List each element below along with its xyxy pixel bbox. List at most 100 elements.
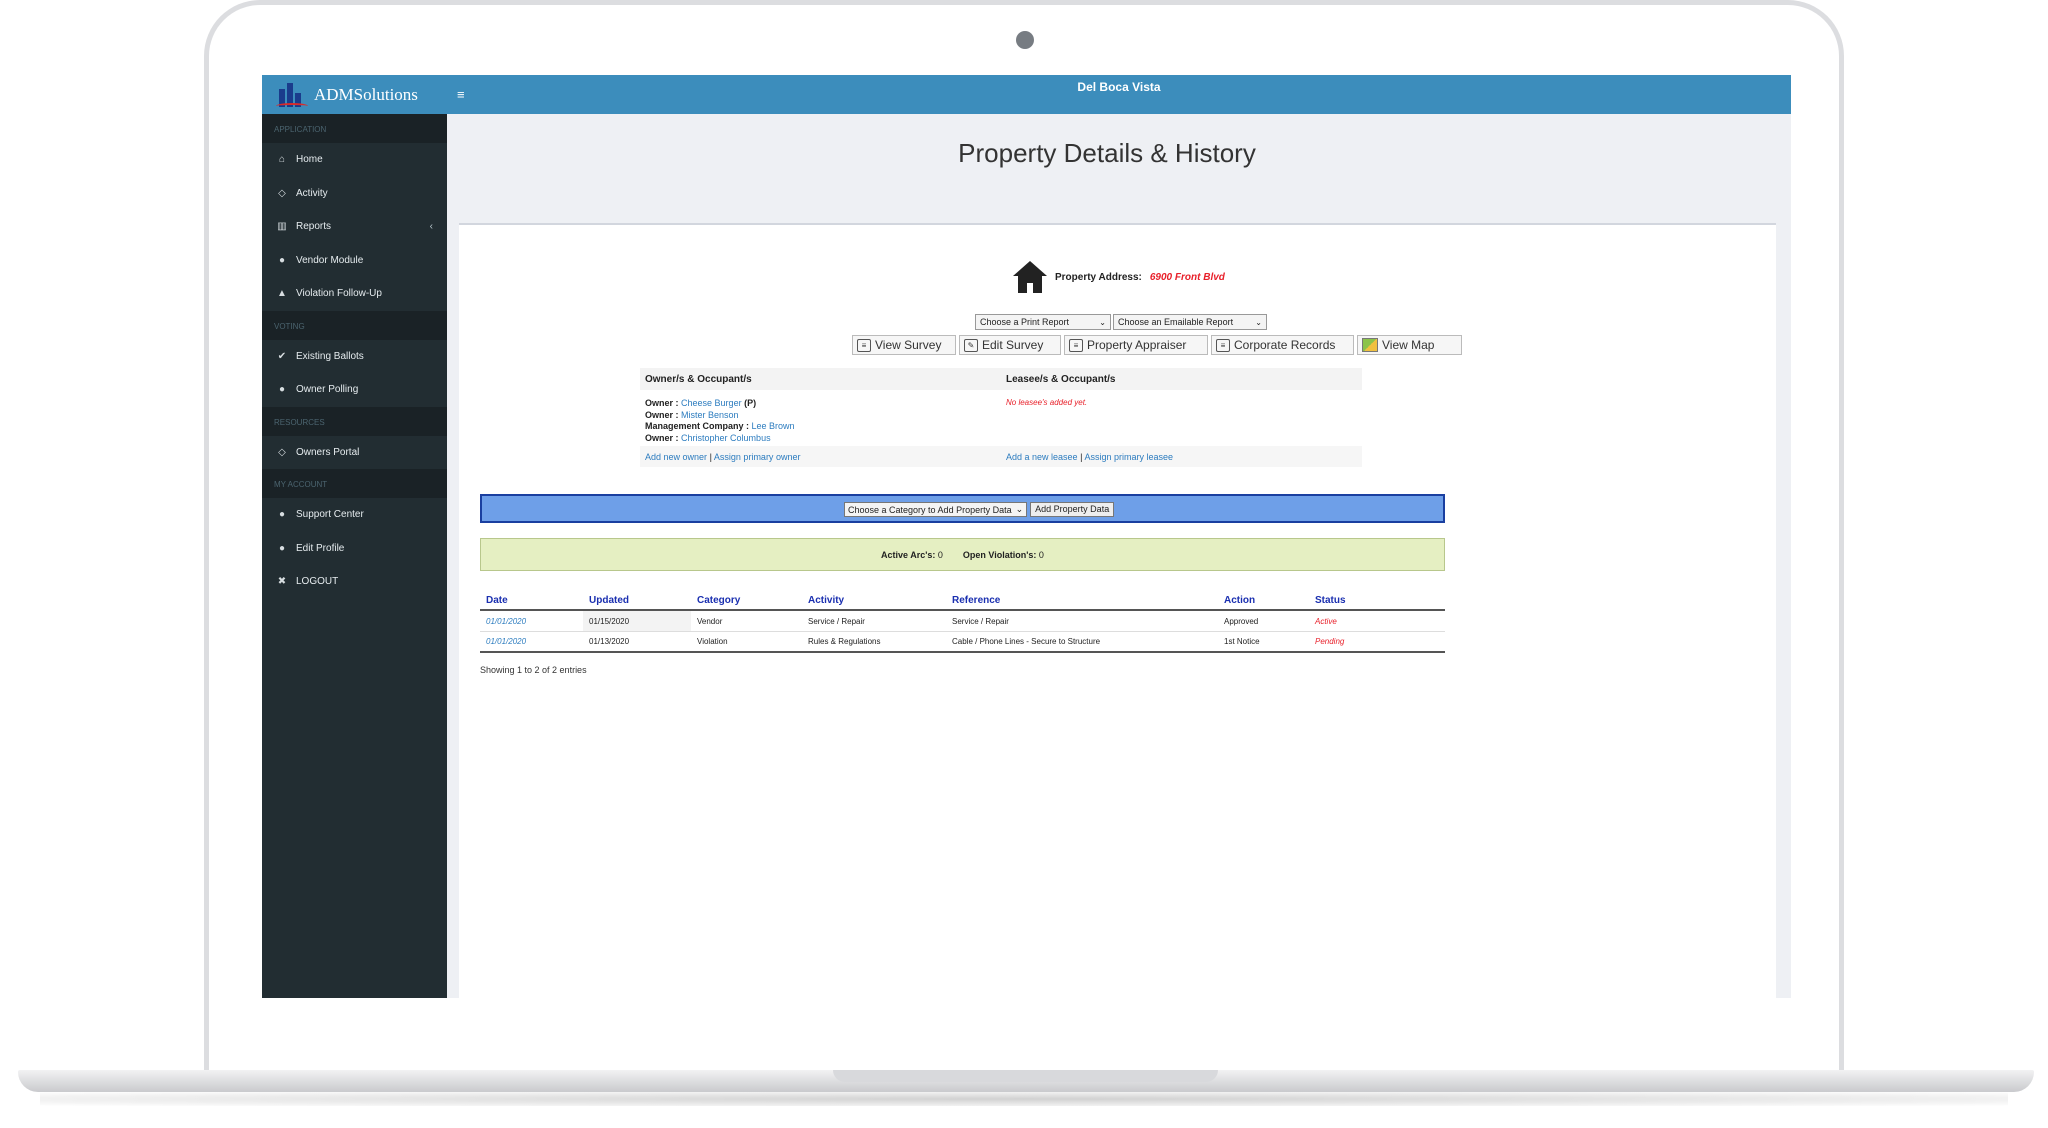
table-row: 01/01/2020 01/13/2020 Violation Rules & … [480,632,1445,653]
owner-role: Owner : [645,398,679,408]
sidebar-header-voting: VOTING [262,310,447,340]
sidebar-item-logout[interactable]: ✖ LOGOUT [262,565,447,599]
open-violations-value: 0 [1038,549,1044,560]
chevron-down-icon: ⌄ [1099,317,1106,327]
view-survey-button[interactable]: ≡ View Survey [852,335,956,355]
user-icon: ● [278,384,286,396]
owner-link[interactable]: Cheese Burger [681,398,742,408]
sidebar-item-violation-follow-up[interactable]: ▲ Violation Follow-Up [262,277,447,311]
row-activity: Service / Repair [808,616,865,626]
print-report-select[interactable]: Choose a Print Report ⌄ [975,314,1111,330]
owner-line: Owner : Christopher Columbus [645,433,1001,445]
property-appraiser-label: Property Appraiser [1087,338,1187,352]
sidebar-item-label: Vendor Module [296,254,364,266]
category-select[interactable]: Choose a Category to Add Property Data ⌄ [844,502,1028,517]
corporate-records-button[interactable]: ≡ Corporate Records [1211,335,1354,355]
column-header-action[interactable]: Action [1218,589,1309,609]
sidebar-item-reports[interactable]: ▥ Reports ‹ [262,210,447,244]
owner-link[interactable]: Mister Benson [681,410,739,420]
owner-role: Owner : [645,433,679,444]
eye-icon: ◇ [278,446,286,458]
email-report-select-value: Choose an Emailable Report [1118,317,1234,327]
property-address-label: Property Address: [1055,271,1142,283]
add-owner-link[interactable]: Add new owner [645,452,707,462]
owners-panel: Owner/s & Occupant/s Leasee/s & Occupant… [640,368,1362,468]
chevron-left-icon: ‹ [429,221,433,233]
sidebar-item-edit-profile[interactable]: ● Edit Profile [262,532,447,566]
add-property-data-button[interactable]: Add Property Data [1030,502,1115,517]
sidebar-item-existing-ballots[interactable]: ✔ Existing Ballots [262,340,447,374]
column-header-date[interactable]: Date [480,589,583,609]
column-header-status[interactable]: Status [1309,589,1445,609]
house-icon [1013,261,1047,293]
edit-survey-button[interactable]: ✎ Edit Survey [959,335,1061,355]
open-violations-label: Open Violation's: [962,549,1037,560]
sidebar-item-owner-polling[interactable]: ● Owner Polling [262,373,447,407]
property-appraiser-button[interactable]: ≡ Property Appraiser [1064,335,1208,355]
print-report-select-value: Choose a Print Report [980,317,1070,327]
owner-link[interactable]: Christopher Columbus [681,433,771,443]
edit-icon: ✎ [964,338,978,352]
user-icon: ● [278,254,286,266]
view-map-button[interactable]: View Map [1357,335,1462,355]
assign-owner-link[interactable]: Assign primary owner [714,452,801,462]
page-title: Property Details & History [958,138,1256,168]
row-updated: 01/13/2020 [589,637,630,646]
lessees-header: Leasee/s & Occupant/s [1006,374,1116,385]
sidebar-item-vendor-module[interactable]: ● Vendor Module [262,244,447,278]
sidebar-item-owners-portal[interactable]: ◇ Owners Portal [262,436,447,470]
sidebar-item-label: Activity [296,187,328,199]
table-row: 01/01/2020 01/15/2020 Vendor Service / R… [480,611,1445,632]
owners-body: Owner : Cheese Burger (P) Owner : Mister… [640,390,1362,445]
owners-footer-links: Add new owner | Assign primary owner [640,446,1001,467]
row-category: Vendor [697,616,723,626]
sidebar-item-activity[interactable]: ◇ Activity [262,177,447,211]
camera-dot [1016,31,1034,49]
sidebar-header-my-account: MY ACCOUNT [262,469,447,498]
open-violations: Open Violation's: 0 [963,550,1044,560]
screen: ADMSolutions APPLICATION ⌂ Home ◇ Activi… [262,75,1791,998]
row-reference: Cable / Phone Lines - Secure to Structur… [952,637,1101,646]
owner-role: Owner : [645,409,679,420]
view-map-label: View Map [1382,338,1435,352]
email-report-select[interactable]: Choose an Emailable Report ⌄ [1113,314,1267,330]
sidebar-item-support-center[interactable]: ● Support Center [262,498,447,532]
assign-lessee-link[interactable]: Assign primary leasee [1084,452,1173,462]
sidebar-item-home[interactable]: ⌂ Home [262,143,447,177]
sidebar-item-label: Owners Portal [296,446,360,458]
history-table: Date Updated Category Activity Reference… [480,589,1445,653]
chevron-down-icon: ⌄ [1255,317,1262,327]
table-info: Showing 1 to 2 of 2 entries [480,665,587,675]
row-date-link[interactable]: 01/01/2020 [480,617,583,626]
logo-mark-icon [276,81,308,109]
table-header: Date Updated Category Activity Reference… [480,589,1445,611]
sidebar-item-label: Edit Profile [296,542,345,554]
close-icon: ✖ [277,576,287,588]
active-arcs: Active Arc's: 0 [881,550,943,560]
corporate-records-label: Corporate Records [1234,338,1336,352]
map-icon [1362,338,1378,352]
column-header-activity[interactable]: Activity [802,589,946,609]
sidebar-item-label: Violation Follow-Up [296,288,382,300]
category-bar: Choose a Category to Add Property Data ⌄… [480,494,1445,523]
property-card: Property Address: 6900 Front Blvd Choose… [459,223,1776,998]
add-lessee-link[interactable]: Add a new leasee [1006,452,1078,462]
sidebar-item-label: Support Center [296,509,364,521]
owner-line: Owner : Cheese Burger (P) [645,398,1001,410]
summary-bar: Active Arc's: 0 Open Violation's: 0 [480,538,1445,571]
warning-icon: ▲ [277,288,287,300]
column-header-reference[interactable]: Reference [946,589,1218,609]
row-date-link[interactable]: 01/01/2020 [480,637,583,646]
column-header-updated[interactable]: Updated [583,589,691,609]
logo[interactable]: ADMSolutions [262,75,447,114]
document-icon: ≡ [857,338,871,352]
management-company-link[interactable]: Lee Brown [752,421,795,431]
owners-header: Owner/s & Occupant/s [645,374,752,385]
column-header-category[interactable]: Category [691,589,802,609]
report-selects: Choose a Print Report ⌄ Choose an Emaila… [975,314,1267,330]
sidebar-item-label: Owner Polling [296,384,359,396]
check-icon: ✔ [277,350,287,362]
sidebar-header-application: APPLICATION [262,114,447,143]
property-address-row: Property Address: 6900 Front Blvd [1013,261,1225,293]
row-updated: 01/15/2020 [583,611,691,631]
